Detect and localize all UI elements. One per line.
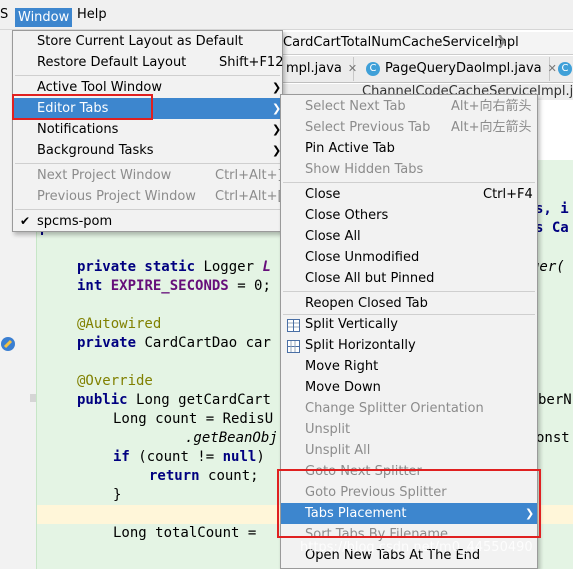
menu-item-show-hidden-tabs[interactable]: Show Hidden Tabs bbox=[281, 159, 537, 180]
menu-bar: S Window Help bbox=[0, 0, 573, 30]
menu-item-move-down[interactable]: Move Down bbox=[281, 377, 537, 398]
menu-partial[interactable]: S bbox=[0, 7, 8, 22]
menu-item-select-previous-tab[interactable]: Select Previous Tab Alt+向左箭头 bbox=[281, 117, 537, 138]
class-icon: C bbox=[366, 61, 380, 76]
menu-item-prev-project-window[interactable]: Previous Project Window Ctrl+Alt+[ bbox=[13, 186, 283, 207]
highlight-editor-tabs bbox=[12, 94, 153, 120]
menu-item-close[interactable]: Close Ctrl+F4 bbox=[281, 184, 537, 205]
menu-item-restore-layout[interactable]: Restore Default Layout Shift+F12 bbox=[13, 52, 283, 73]
menu-item-close-all[interactable]: Close All bbox=[281, 226, 537, 247]
checkmark-icon: ✔ bbox=[20, 214, 31, 228]
breadcrumb[interactable]: CardCartTotalNumCacheServiceImpl bbox=[283, 35, 519, 50]
menu-window[interactable]: Window bbox=[15, 8, 73, 27]
menu-item-change-splitter-orientation[interactable]: Change Splitter Orientation bbox=[281, 398, 537, 419]
tab-impl[interactable]: mpl.java ✕ bbox=[280, 57, 357, 81]
tab-partial-right[interactable]: C bbox=[552, 57, 573, 81]
split-horizontal-icon bbox=[287, 339, 300, 353]
tab-page-query-dao[interactable]: C PageQueryDaoImpl.java ✕ bbox=[360, 57, 557, 81]
menu-item-pin-active-tab[interactable]: Pin Active Tab bbox=[281, 138, 537, 159]
menu-item-reopen-closed-tab[interactable]: Reopen Closed Tab bbox=[281, 293, 537, 314]
menu-item-split-horizontally[interactable]: Split Horizontally bbox=[281, 335, 537, 356]
menu-item-unsplit[interactable]: Unsplit bbox=[281, 419, 537, 440]
menu-item-select-next-tab[interactable]: Select Next Tab Alt+向右箭头 bbox=[281, 96, 537, 117]
menu-item-store-layout[interactable]: Store Current Layout as Default bbox=[13, 31, 282, 52]
highlight-tabs-placement bbox=[277, 469, 541, 538]
menu-item-unsplit-all[interactable]: Unsplit All bbox=[281, 440, 537, 461]
menu-item-move-right[interactable]: Move Right bbox=[281, 356, 537, 377]
menu-item-next-project-window[interactable]: Next Project Window Ctrl+Alt+] bbox=[13, 165, 283, 186]
menu-item-notifications[interactable]: Notifications ❯ bbox=[13, 119, 282, 140]
split-vertical-icon bbox=[287, 318, 300, 332]
watermark: https://blog.csdn.net/m0_44550490 bbox=[300, 540, 533, 555]
menu-item-close-all-but-pinned[interactable]: Close All but Pinned bbox=[281, 268, 537, 289]
menu-item-background-tasks[interactable]: Background Tasks ❯ bbox=[13, 140, 282, 161]
menu-item-spcms-pom[interactable]: ✔ spcms-pom bbox=[13, 211, 282, 232]
class-icon: C bbox=[558, 61, 572, 76]
menu-item-split-vertically[interactable]: Split Vertically bbox=[281, 314, 537, 335]
menu-help[interactable]: Help bbox=[77, 7, 107, 22]
menu-item-close-others[interactable]: Close Others bbox=[281, 205, 537, 226]
chevron-right-icon: ❯ bbox=[496, 34, 507, 49]
menu-item-close-unmodified[interactable]: Close Unmodified bbox=[281, 247, 537, 268]
gutter-run-icon[interactable] bbox=[0, 335, 18, 353]
window-menu: Store Current Layout as Default Restore … bbox=[12, 30, 283, 232]
close-icon[interactable]: ✕ bbox=[348, 62, 357, 75]
